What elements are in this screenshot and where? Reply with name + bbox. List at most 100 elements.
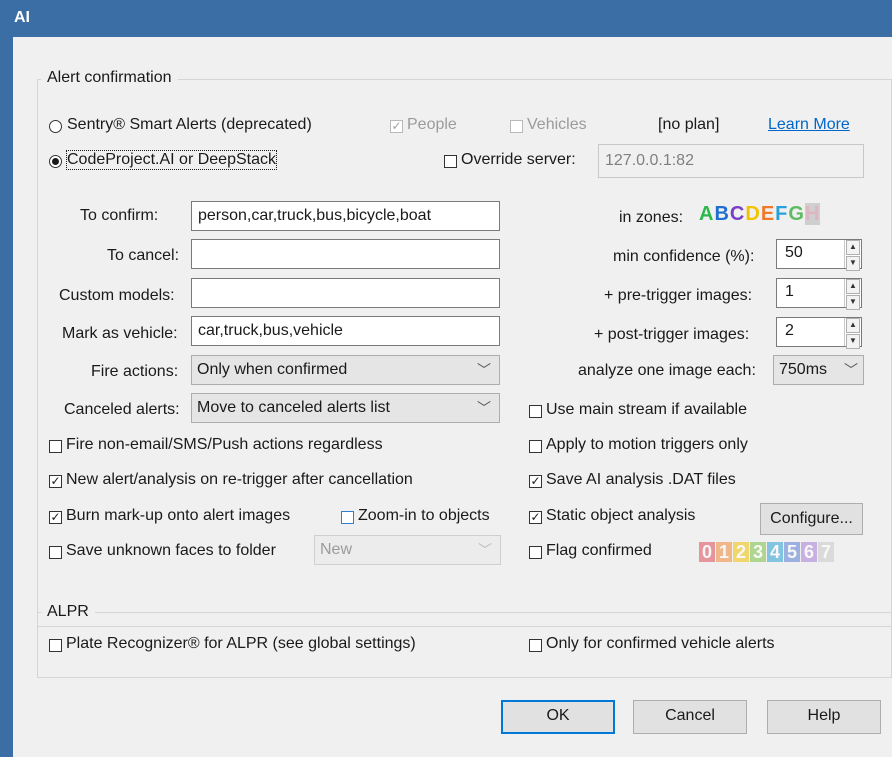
custom-models-label: Custom models: [59,287,175,304]
zone-g[interactable]: G [788,203,805,225]
canceled-alerts-value: Move to canceled alerts list [197,399,390,416]
faces-folder-select[interactable]: New ﹀ [314,535,501,565]
zone-e[interactable]: E [761,203,775,225]
new-alert-label[interactable]: New alert/analysis on re-trigger after c… [66,471,413,489]
fire-actions-label: Fire actions: [91,363,179,380]
apply-motion-label[interactable]: Apply to motion triggers only [546,436,748,454]
custom-models-input[interactable] [191,278,500,308]
learn-more-link[interactable]: Learn More [768,116,850,134]
new-alert-checkbox[interactable]: ✓ [49,475,62,488]
fire-non-email-label[interactable]: Fire non-email/SMS/Push actions regardle… [66,436,383,454]
canceled-alerts-select[interactable]: Move to canceled alerts list ﹀ [191,393,500,423]
chevron-down-icon: ﹀ [477,400,491,416]
zone-c[interactable]: C [730,203,745,225]
flag-selector[interactable]: 01234567 [699,542,835,563]
server-address-field[interactable]: 127.0.0.1:82 [598,144,864,178]
chevron-down-icon: ﹀ [478,542,492,558]
zone-f[interactable]: F [775,203,788,225]
min-confidence-spinner[interactable]: 50 ▲ ▼ [776,239,862,271]
flag-4[interactable]: 4 [767,542,783,562]
flag-confirmed-checkbox[interactable] [529,546,542,559]
flag-2[interactable]: 2 [733,542,749,562]
only-confirmed-vehicle-checkbox[interactable] [529,639,542,652]
save-dat-checkbox[interactable]: ✓ [529,475,542,488]
spin-down-icon[interactable]: ▼ [846,295,860,310]
configure-button[interactable]: Configure... [760,503,863,535]
people-checkbox[interactable]: ✓ [390,120,403,133]
chevron-down-icon: ﹀ [844,362,858,378]
dialog-client: Alert confirmation Sentry® Smart Alerts … [13,37,892,757]
fire-non-email-checkbox[interactable] [49,440,62,453]
post-trigger-value: 2 [785,322,794,339]
zoom-in-checkbox[interactable] [341,511,354,524]
canceled-alerts-label: Canceled alerts: [64,401,180,418]
zoom-in-label[interactable]: Zoom-in to objects [358,507,490,525]
alpr-legend: ALPR [41,603,95,621]
flag-5[interactable]: 5 [784,542,800,562]
only-confirmed-vehicle-label[interactable]: Only for confirmed vehicle alerts [546,635,775,653]
spin-up-icon[interactable]: ▲ [846,318,860,333]
chevron-down-icon: ﹀ [477,362,491,378]
post-trigger-label: + post-trigger images: [594,326,750,343]
mark-vehicle-label: Mark as vehicle: [62,325,178,342]
use-main-stream-checkbox[interactable] [529,405,542,418]
spin-down-icon[interactable]: ▼ [846,256,860,271]
save-faces-checkbox[interactable] [49,546,62,559]
flag-confirmed-label[interactable]: Flag confirmed [546,542,652,560]
pre-trigger-spinner[interactable]: 1 ▲ ▼ [776,278,862,310]
sentry-label[interactable]: Sentry® Smart Alerts (deprecated) [67,116,312,134]
save-faces-label[interactable]: Save unknown faces to folder [66,542,276,560]
zone-selector[interactable]: ABCDEFGH [699,203,821,226]
codeproject-label[interactable]: CodeProject.AI or DeepStack [66,150,277,170]
burn-markup-checkbox[interactable]: ✓ [49,511,62,524]
in-zones-label: in zones: [619,209,684,226]
apply-motion-checkbox[interactable] [529,440,542,453]
no-plan-text: [no plan] [658,116,720,133]
to-confirm-value: person,car,truck,bus,bicycle,boat [198,207,432,224]
mark-vehicle-value: car,truck,bus,vehicle [198,322,343,339]
to-confirm-label: To confirm: [80,207,159,224]
flag-7[interactable]: 7 [818,542,834,562]
vehicles-label: Vehicles [527,116,587,133]
cancel-button[interactable]: Cancel [633,700,747,734]
zone-d[interactable]: D [745,203,760,225]
flag-6[interactable]: 6 [801,542,817,562]
spin-down-icon[interactable]: ▼ [846,334,860,349]
window-left-border [0,37,13,757]
analyze-interval-value: 750ms [779,361,828,378]
window-title: AI [14,9,30,26]
to-confirm-input[interactable]: person,car,truck,bus,bicycle,boat [191,201,500,231]
flag-1[interactable]: 1 [716,542,732,562]
codeproject-radio[interactable] [49,155,62,168]
post-trigger-spinner[interactable]: 2 ▲ ▼ [776,317,862,349]
flag-0[interactable]: 0 [699,542,715,562]
plate-recognizer-checkbox[interactable] [49,639,62,652]
static-analysis-label[interactable]: Static object analysis [546,507,695,525]
to-cancel-input[interactable] [191,239,500,269]
flag-3[interactable]: 3 [750,542,766,562]
static-analysis-checkbox[interactable]: ✓ [529,511,542,524]
fire-actions-select[interactable]: Only when confirmed ﹀ [191,355,500,385]
mark-vehicle-input[interactable]: car,truck,bus,vehicle [191,316,500,346]
save-dat-label[interactable]: Save AI analysis .DAT files [546,471,736,489]
zone-h[interactable]: H [804,203,821,225]
use-main-stream-label[interactable]: Use main stream if available [546,401,747,419]
override-server-label[interactable]: Override server: [461,151,576,169]
help-button[interactable]: Help [767,700,881,734]
analyze-interval-select[interactable]: 750ms ﹀ [773,355,864,385]
plate-recognizer-label[interactable]: Plate Recognizer® for ALPR (see global s… [66,635,416,653]
spin-up-icon[interactable]: ▲ [846,240,860,255]
sentry-radio[interactable] [49,120,62,133]
zone-a[interactable]: A [699,203,714,225]
override-server-checkbox[interactable] [444,155,457,168]
min-confidence-label: min confidence (%): [613,248,755,265]
min-confidence-value: 50 [785,244,803,261]
ok-button[interactable]: OK [501,700,615,734]
pre-trigger-label: + pre-trigger images: [604,287,753,304]
alert-confirmation-legend: Alert confirmation [41,69,178,87]
spin-up-icon[interactable]: ▲ [846,279,860,294]
zone-b[interactable]: B [714,203,729,225]
vehicles-checkbox[interactable] [510,120,523,133]
analyze-interval-label: analyze one image each: [578,362,756,379]
burn-markup-label[interactable]: Burn mark-up onto alert images [66,507,290,525]
